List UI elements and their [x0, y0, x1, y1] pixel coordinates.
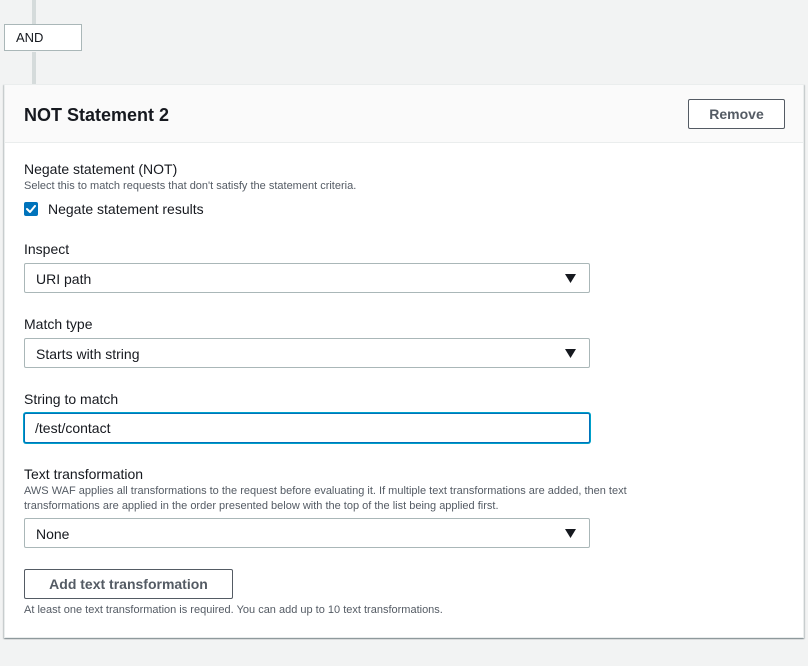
text-transformation-hint: At least one text transformation is requ… — [24, 604, 443, 616]
negate-results-checkbox[interactable] — [24, 202, 38, 216]
match-type-selected-value: Starts with string — [36, 346, 140, 362]
negate-results-checkbox-row[interactable]: Negate statement results — [24, 200, 204, 218]
text-transformation-select[interactable]: None — [24, 518, 590, 548]
check-icon — [26, 205, 36, 213]
negate-statement-description: Select this to match requests that don't… — [24, 180, 357, 192]
add-text-transformation-button[interactable]: Add text transformation — [24, 569, 233, 599]
match-type-select[interactable]: Starts with string — [24, 338, 590, 368]
inspect-select[interactable]: URI path — [24, 263, 590, 293]
string-to-match-input[interactable] — [24, 413, 590, 443]
negate-results-checkbox-label: Negate statement results — [48, 201, 204, 217]
connector-line-top — [32, 0, 36, 24]
remove-button[interactable]: Remove — [688, 99, 785, 129]
text-transformation-description-line2: transformations are applied in the order… — [24, 500, 499, 512]
caret-down-icon — [565, 274, 576, 283]
panel-title: NOT Statement 2 — [24, 105, 170, 125]
panel-header: NOT Statement 2 Remove — [5, 85, 803, 143]
not-statement-panel: NOT Statement 2 Remove Negate statement … — [4, 84, 804, 638]
caret-down-icon — [565, 529, 576, 538]
connector-line-bottom — [32, 52, 36, 84]
negate-statement-label: Negate statement (NOT) — [24, 161, 178, 177]
text-transformation-description-line1: AWS WAF applies all transformations to t… — [24, 485, 627, 497]
match-type-label: Match type — [24, 316, 93, 332]
and-operator-badge: AND — [4, 24, 82, 51]
string-to-match-label: String to match — [24, 391, 119, 407]
inspect-selected-value: URI path — [36, 271, 92, 287]
text-transformation-label: Text transformation — [24, 466, 144, 482]
inspect-label: Inspect — [24, 241, 70, 257]
text-transformation-selected-value: None — [36, 526, 70, 542]
caret-down-icon — [565, 349, 576, 358]
